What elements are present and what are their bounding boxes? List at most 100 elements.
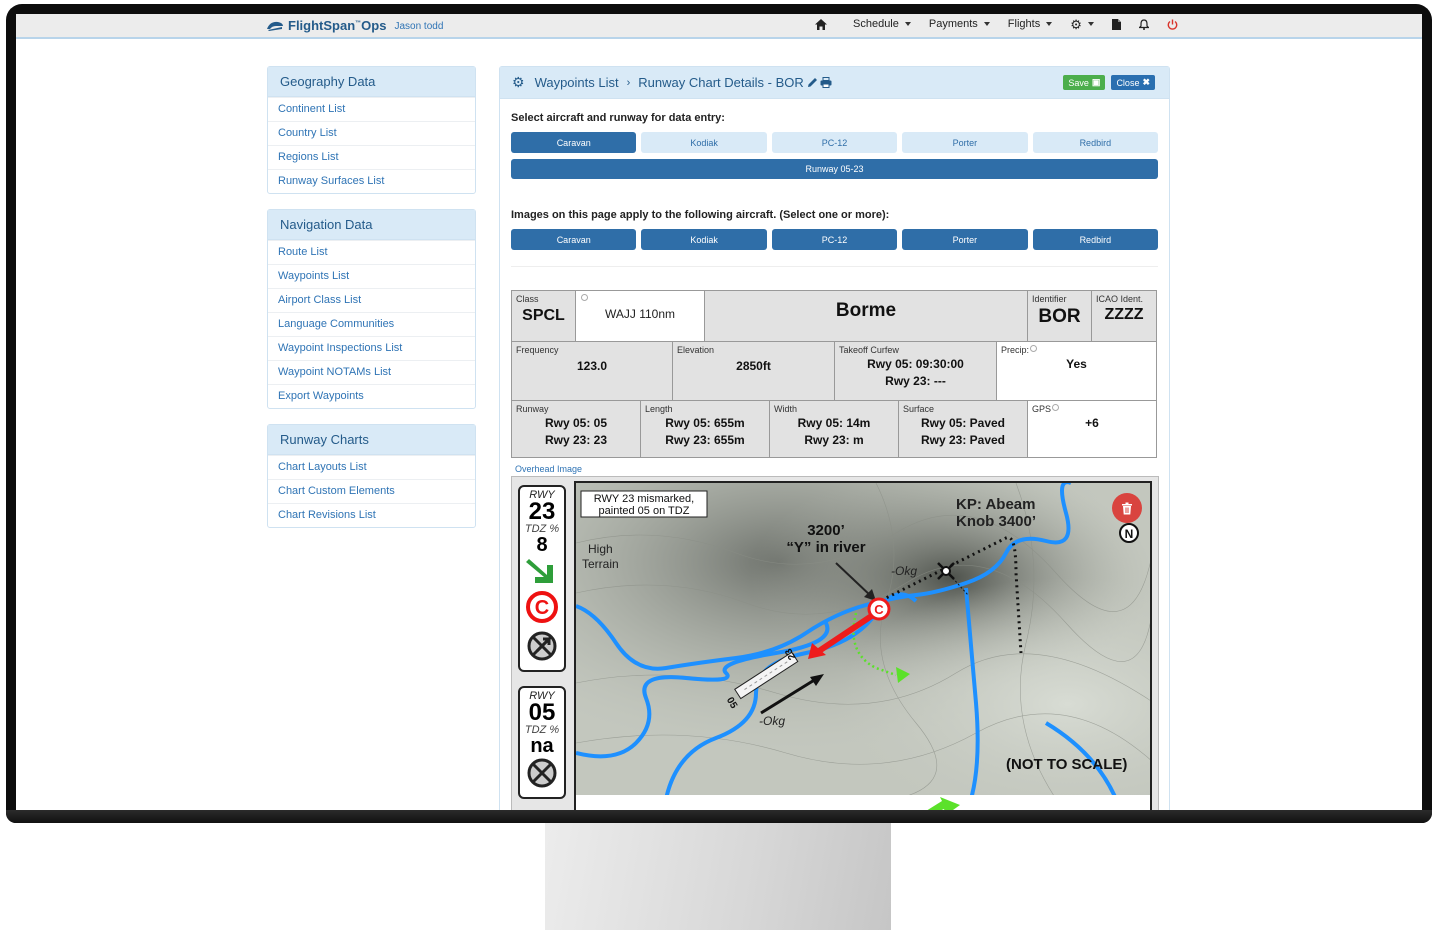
- nav-menu: Schedule Payments Flights ⚙: [806, 18, 1187, 31]
- home-icon: [815, 18, 827, 30]
- airstrip-name: Borme: [835, 300, 897, 321]
- runway-rwy23: Rwy 23: 23: [544, 433, 608, 447]
- sidebar-item-waypoints-list[interactable]: Waypoints List: [268, 264, 475, 288]
- sidebar-item-country-list[interactable]: Country List: [268, 121, 475, 145]
- nav-settings[interactable]: ⚙: [1061, 18, 1103, 31]
- section-title: Geography Data: [268, 67, 475, 97]
- key-point-line2: Knob 3400’: [956, 513, 1036, 530]
- delete-image-button[interactable]: [1112, 493, 1142, 523]
- document-icon: [1111, 18, 1121, 30]
- nav-schedule[interactable]: Schedule: [844, 18, 920, 30]
- image-aircraft-redbird[interactable]: Redbird: [1032, 229, 1159, 250]
- length-cell: Length Rwy 05: 655m Rwy 23: 655m: [641, 401, 770, 457]
- save-button[interactable]: Save ▣: [1063, 75, 1106, 90]
- caution-c-icon: C: [526, 591, 558, 623]
- sidebar-item-waypoint-notams-list[interactable]: Waypoint NOTAMs List: [268, 360, 475, 384]
- runway-legend: RWY 23 TDZ % 8 C RWY 05 TDZ % na: [518, 485, 566, 810]
- print-icon[interactable]: [820, 77, 832, 88]
- gps-value: +6: [1085, 416, 1099, 430]
- curfew-rwy05: Rwy 05: 09:30:00: [867, 357, 964, 371]
- image-aircraft-pc12[interactable]: PC-12: [771, 229, 898, 250]
- info-help-icon[interactable]: [581, 294, 588, 301]
- mismarked-note-line2: painted 05 on TDZ: [599, 505, 690, 517]
- sidebar-section-runway-charts: Runway Charts Chart Layouts List Chart C…: [267, 424, 476, 528]
- image-aircraft-caravan[interactable]: Caravan: [511, 229, 637, 250]
- sidebar-item-route-list[interactable]: Route List: [268, 240, 475, 264]
- user-name[interactable]: Jason todd: [394, 21, 443, 32]
- pencil-icon[interactable]: [807, 77, 818, 88]
- sidebar-item-continent-list[interactable]: Continent List: [268, 97, 475, 121]
- frequency-value: 123.0: [576, 359, 608, 373]
- header-actions: Save ▣ Close ✖: [1063, 75, 1155, 90]
- info-help-icon[interactable]: [1030, 345, 1038, 352]
- breadcrumb-parent[interactable]: Waypoints List: [535, 75, 619, 90]
- terrain-map-svg: 05 23 C RWY 23 mismarked, painted 05 on …: [576, 483, 1150, 795]
- logout-button[interactable]: [1158, 19, 1187, 30]
- frequency-cell: Frequency 123.0: [512, 342, 673, 400]
- sidebar-item-airport-class-list[interactable]: Airport Class List: [268, 288, 475, 312]
- home-button[interactable]: [806, 18, 836, 30]
- sidebar-item-language-communities[interactable]: Language Communities: [268, 312, 475, 336]
- documents-button[interactable]: [1103, 18, 1130, 30]
- identifier-value: BOR: [1038, 306, 1081, 327]
- no-go-around-icon: [527, 758, 557, 788]
- terrain-map: 05 23 C RWY 23 mismarked, painted 05 on …: [574, 481, 1152, 797]
- runway-tab[interactable]: Runway 05-23: [511, 159, 1158, 179]
- trash-icon: [1122, 502, 1132, 514]
- image-aircraft-porter[interactable]: Porter: [902, 229, 1028, 250]
- close-button[interactable]: Close ✖: [1111, 75, 1155, 90]
- brand[interactable]: FlightSpan™Ops Jason todd: [266, 18, 443, 33]
- bell-icon: [1138, 18, 1149, 30]
- aircraft-tab-caravan[interactable]: Caravan: [511, 132, 637, 153]
- weight-label: -Okg: [759, 714, 785, 728]
- class-cell: Class SPCL: [512, 291, 576, 341]
- runway-rwy05: Rwy 05: 05: [544, 416, 608, 430]
- sidebar-item-runway-surfaces-list[interactable]: Runway Surfaces List: [268, 169, 475, 193]
- north-label: N: [1125, 527, 1134, 541]
- class-label: Class: [516, 294, 539, 304]
- floppy-icon: ▣: [1091, 77, 1101, 87]
- sidebar-item-export-waypoints[interactable]: Export Waypoints: [268, 384, 475, 408]
- monitor-chin: [6, 810, 1432, 823]
- length-rwy23: Rwy 23: 655m: [665, 433, 745, 447]
- sidebar-item-chart-custom-elements[interactable]: Chart Custom Elements: [268, 479, 475, 503]
- frequency-label: Frequency: [516, 345, 559, 355]
- surface-rwy05: Rwy 05: Paved: [920, 416, 1006, 430]
- key-point-line1: KP: Abeam: [956, 496, 1035, 513]
- section-title: Navigation Data: [268, 210, 475, 240]
- overhead-image-link[interactable]: Overhead Image: [515, 464, 1157, 474]
- sidebar-item-regions-list[interactable]: Regions List: [268, 145, 475, 169]
- width-rwy05: Rwy 05: 14m: [797, 416, 871, 430]
- sidebar-item-chart-layouts-list[interactable]: Chart Layouts List: [268, 455, 475, 479]
- chevron-down-icon: [904, 22, 911, 26]
- legend-tdz-value: na: [530, 735, 554, 757]
- gps-cell: GPS +6: [1028, 401, 1156, 457]
- sidebar-section-geography: Geography Data Continent List Country Li…: [267, 66, 476, 194]
- aircraft-tab-redbird[interactable]: Redbird: [1032, 132, 1159, 153]
- aircraft-tab-porter[interactable]: Porter: [902, 132, 1028, 153]
- name-cell: Borme: [705, 291, 1028, 341]
- chevron-down-icon: [983, 22, 990, 26]
- airstrip-info-grid: Class SPCL WAJJ 110nm Borme Identifier B…: [511, 290, 1157, 474]
- aircraft-tab-pc12[interactable]: PC-12: [771, 132, 898, 153]
- breadcrumb-current: Runway Chart Details - BOR: [638, 75, 804, 90]
- aircraft-tab-kodiak[interactable]: Kodiak: [641, 132, 767, 153]
- elevation-value: 2850ft: [736, 359, 771, 373]
- info-row-2: Frequency 123.0 Elevation 2850ft Takeoff…: [511, 341, 1157, 400]
- length-label: Length: [645, 404, 673, 414]
- image-aircraft-kodiak[interactable]: Kodiak: [641, 229, 767, 250]
- info-help-icon[interactable]: [1052, 404, 1060, 411]
- terrain-shade: [576, 483, 1150, 795]
- nav-flights[interactable]: Flights: [999, 18, 1061, 30]
- nav-payments[interactable]: Payments: [920, 18, 999, 30]
- runway-chart-image: RWY 23 TDZ % 8 C RWY 05 TDZ % na 05 23 C…: [511, 476, 1159, 810]
- sidebar-item-waypoint-inspections-list[interactable]: Waypoint Inspections List: [268, 336, 475, 360]
- elevation-note-line1: 3200’: [807, 522, 845, 539]
- notifications-button[interactable]: [1130, 18, 1158, 30]
- mismarked-note-line1: RWY 23 mismarked,: [594, 493, 694, 505]
- gps-label: GPS: [1032, 404, 1152, 414]
- info-row-1: Class SPCL WAJJ 110nm Borme Identifier B…: [511, 290, 1157, 341]
- width-cell: Width Rwy 05: 14m Rwy 23: m: [770, 401, 899, 457]
- sidebar-item-chart-revisions-list[interactable]: Chart Revisions List: [268, 503, 475, 527]
- precip-value: Yes: [1066, 357, 1087, 371]
